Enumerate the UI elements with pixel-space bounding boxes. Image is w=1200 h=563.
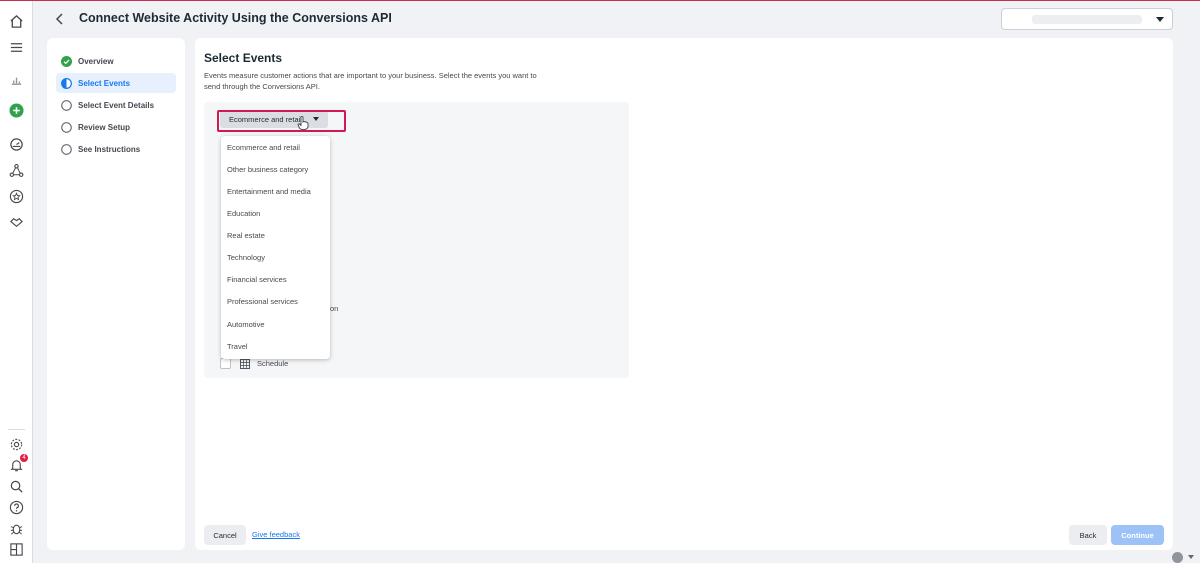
network-icon[interactable]: [8, 162, 25, 179]
bottom-right-controls: [1169, 550, 1200, 563]
step-select-events[interactable]: Select Events: [56, 73, 176, 93]
rail-divider: [8, 429, 25, 430]
check-circle-icon: [61, 55, 72, 67]
continue-button[interactable]: Continue: [1111, 525, 1164, 545]
give-feedback-link[interactable]: Give feedback: [252, 530, 300, 539]
menu-icon[interactable]: [8, 39, 25, 56]
empty-circle-icon: [61, 143, 72, 155]
left-rail: 4: [0, 1, 33, 563]
half-circle-icon: [61, 77, 72, 89]
step-select-event-details[interactable]: Select Event Details: [56, 95, 176, 115]
menu-item-ecommerce-and-retail[interactable]: Ecommerce and retail: [221, 136, 330, 158]
event-row-schedule[interactable]: Schedule: [220, 358, 288, 369]
category-dropdown[interactable]: Ecommerce and retail: [220, 111, 328, 128]
chart-icon[interactable]: [8, 71, 25, 88]
star-icon[interactable]: [8, 188, 25, 205]
step-label: See Instructions: [78, 144, 141, 154]
schedule-label: Schedule: [257, 359, 289, 368]
page-header: Connect Website Activity Using the Conve…: [33, 1, 1200, 37]
bell-icon[interactable]: 4: [8, 454, 28, 474]
chevron-down-icon: [1156, 17, 1164, 22]
hand-cursor-icon: [297, 116, 309, 130]
section-description: Events measure customer actions that are…: [204, 71, 537, 91]
menu-item-technology[interactable]: Technology: [221, 246, 330, 268]
partial-event-label: on: [330, 304, 339, 313]
notification-badge: 4: [20, 454, 28, 462]
page-title: Connect Website Activity Using the Conve…: [79, 11, 392, 25]
menu-item-other-business-category[interactable]: Other business category: [221, 158, 330, 180]
panel-icon[interactable]: [8, 541, 25, 558]
back-chevron-icon[interactable]: [53, 11, 67, 27]
menu-item-professional-services[interactable]: Professional services: [221, 290, 330, 312]
bug-icon[interactable]: [8, 520, 25, 537]
menu-item-entertainment-and-media[interactable]: Entertainment and media: [221, 180, 330, 202]
gear-icon[interactable]: [8, 436, 25, 453]
step-label: Select Event Details: [78, 100, 155, 110]
category-dropdown-value: Ecommerce and retail: [229, 115, 302, 124]
menu-item-automotive[interactable]: Automotive: [221, 313, 330, 335]
back-button[interactable]: Back: [1069, 525, 1107, 545]
account-selector[interactable]: [1001, 8, 1173, 30]
section-title: Select Events: [204, 51, 283, 65]
cancel-button[interactable]: Cancel: [204, 525, 246, 545]
category-menu: Ecommerce and retail Other business cate…: [221, 136, 330, 359]
schedule-checkbox[interactable]: [220, 358, 231, 369]
caret-down-icon: [313, 117, 319, 121]
step-label: Review Setup: [78, 122, 131, 132]
step-review-setup[interactable]: Review Setup: [56, 117, 176, 137]
steps-panel: Overview Select Events Select Event Deta…: [47, 38, 185, 550]
menu-item-financial-services[interactable]: Financial services: [221, 268, 330, 290]
help-icon[interactable]: [8, 499, 25, 516]
globe-icon[interactable]: [1172, 551, 1183, 563]
menu-item-travel[interactable]: Travel: [221, 335, 330, 357]
empty-circle-icon: [61, 121, 72, 133]
step-label: Overview: [78, 56, 114, 66]
empty-circle-icon: [61, 99, 72, 111]
home-icon[interactable]: [8, 13, 25, 30]
step-see-instructions[interactable]: See Instructions: [56, 139, 176, 159]
menu-item-real-estate[interactable]: Real estate: [221, 224, 330, 246]
step-overview[interactable]: Overview: [56, 51, 176, 71]
scroll-down-arrow-icon[interactable]: [1188, 555, 1194, 559]
handshake-icon[interactable]: [8, 214, 25, 231]
account-name-redacted: [1032, 15, 1142, 24]
main-panel: Select Events Events measure customer ac…: [195, 38, 1173, 550]
create-icon[interactable]: [8, 102, 25, 119]
calendar-grid-icon: [240, 358, 250, 369]
search-icon[interactable]: [8, 478, 25, 495]
menu-item-education[interactable]: Education: [221, 202, 330, 224]
gauge-icon[interactable]: [8, 136, 25, 153]
step-label: Select Events: [78, 78, 131, 88]
